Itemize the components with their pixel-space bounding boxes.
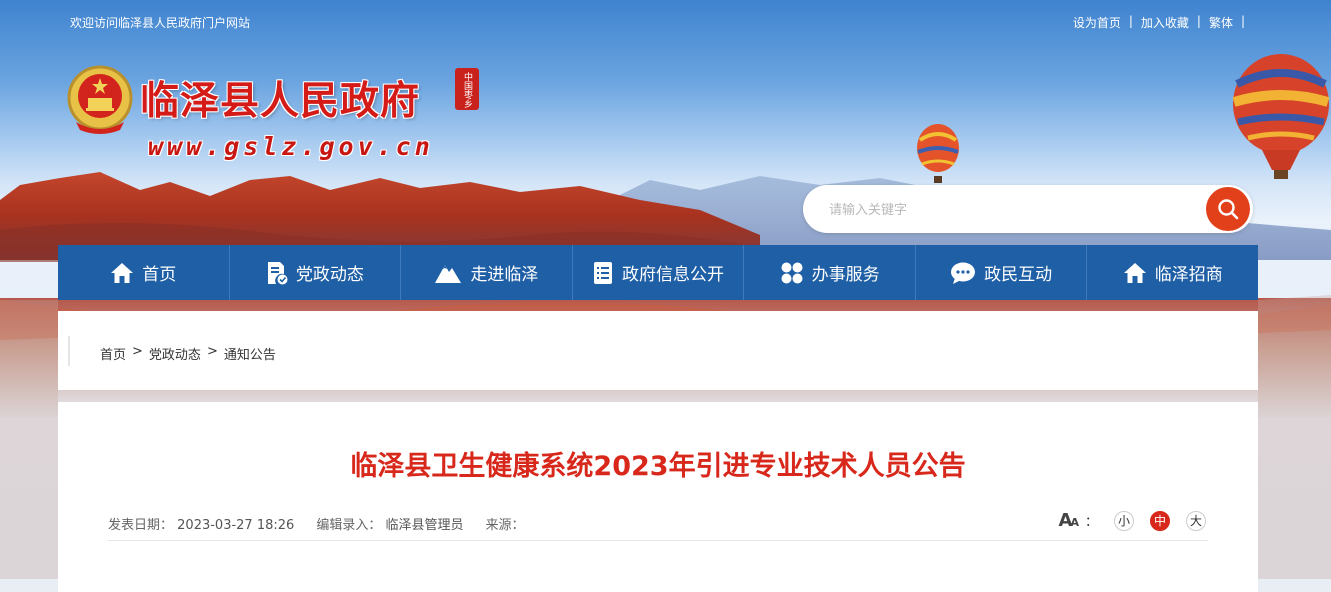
chat-icon [951,262,976,284]
article-title: 临泽县卫生健康系统2023年引进专业技术人员公告 [350,451,966,482]
add-favorite-link[interactable]: 加入收藏 [1133,14,1197,31]
nav-item-home[interactable]: 首页 [58,245,230,300]
publish-date-label: 发表日期： [108,518,174,533]
breadcrumb-home[interactable]: 首页 [100,344,126,363]
nav-label: 临泽招商 [1154,265,1223,285]
search-box [803,185,1253,233]
font-size-control: AA ： 小 中 大 [1059,510,1206,531]
source-label: 来源： [485,518,525,533]
breadcrumb-separator: > [132,344,143,359]
breadcrumb-separator: > [206,344,218,359]
top-links: 设为首页 | 加入收藏 | 繁体 | [1065,14,1245,31]
nav-item-gov-info[interactable]: 政府信息公开 [573,245,745,300]
nav-item-interaction[interactable]: 政民互动 [916,245,1088,300]
welcome-text: 欢迎访问临泽县人民政府门户网站 [70,16,251,30]
font-size-small-button[interactable]: 小 [1114,510,1134,531]
set-homepage-link[interactable]: 设为首页 [1065,14,1129,31]
main-nav: 首页 党政动态 走进临泽 政府信息公开 办事服务 政民互动 临泽招商 [58,245,1258,300]
editor-label: 编辑录入： [316,518,382,533]
editor: 编辑录入： 临泽县管理员 [316,514,463,533]
nav-label: 政民互动 [984,265,1053,285]
home-icon [111,262,134,283]
home-icon [1123,262,1146,283]
divider [108,540,1208,541]
hot-air-balloon-large [1232,54,1330,179]
font-size-icon: AA [1058,510,1079,531]
nav-item-party-news[interactable]: 党政动态 [230,245,402,300]
mountain-icon [435,264,462,283]
nav-item-investment[interactable]: 临泽招商 [1087,245,1258,300]
traditional-chinese-link[interactable]: 繁体 [1201,14,1241,31]
site-url: www.gslz.gov.cn [148,132,434,161]
article-meta: 发表日期： 2023-03-27 18:26 编辑录入： 临泽县管理员 来源： [108,514,525,533]
source: 来源： [485,514,524,533]
breadcrumb-notices[interactable]: 通知公告 [224,344,276,363]
publish-date-value: 2023-03-27 18:26 [177,518,295,533]
divider [68,336,70,366]
separator: | [1240,14,1245,28]
nav-label: 政府信息公开 [622,265,725,285]
breadcrumb-panel: 首页 > 党政动态 > 通知公告 [58,311,1258,390]
font-size-medium-button[interactable]: 中 [1150,510,1170,531]
article-panel: 临泽县卫生健康系统2023年引进专业技术人员公告 发表日期： 2023-03-2… [58,402,1258,592]
search-icon [1218,199,1239,220]
search-button[interactable] [1206,187,1250,231]
font-size-large-button[interactable]: 大 [1186,510,1206,531]
nav-label: 办事服务 [811,265,880,285]
hot-air-balloon-small [917,124,959,183]
document-check-icon [267,261,288,284]
grid-icon [781,262,803,283]
font-size-label: ： [1084,515,1098,530]
national-emblem-icon [66,64,134,136]
site-title[interactable]: 临泽县人民政府 [140,70,420,126]
nav-item-about-linze[interactable]: 走进临泽 [401,245,573,300]
breadcrumb-party-news[interactable]: 党政动态 [149,344,201,363]
seal-stamp: 中国枣乡 [455,68,479,110]
search-input[interactable] [827,197,1191,223]
top-bar: 欢迎访问临泽县人民政府门户网站 设为首页 | 加入收藏 | 繁体 | [0,12,1331,32]
editor-value: 临泽县管理员 [385,518,464,533]
nav-label: 首页 [142,265,177,285]
breadcrumb: 首页 > 党政动态 > 通知公告 [100,344,276,363]
nav-label: 走进临泽 [470,265,539,285]
nav-item-services[interactable]: 办事服务 [744,245,916,300]
nav-label: 党政动态 [295,265,364,285]
publish-date: 发表日期： 2023-03-27 18:26 [108,514,294,533]
list-document-icon [594,261,613,284]
